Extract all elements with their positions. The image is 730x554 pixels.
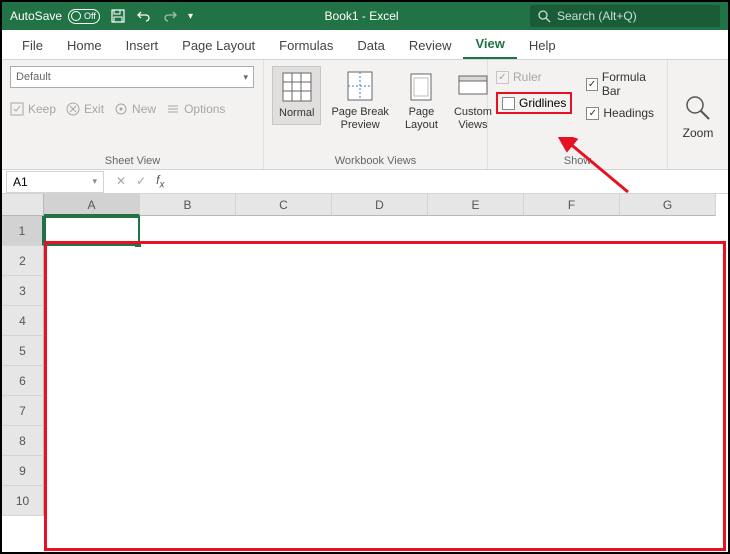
- new-icon: [114, 102, 128, 116]
- sheet-view-dropdown[interactable]: Default ▾: [10, 66, 254, 88]
- checkbox-icon: ✓: [496, 71, 509, 84]
- column-headers: ABCDEFG: [44, 194, 716, 216]
- tab-home[interactable]: Home: [55, 32, 114, 59]
- column-header-G[interactable]: G: [620, 194, 716, 216]
- group-show: ✓ Ruler Gridlines ✓ Formula Bar ✓ Headin…: [488, 60, 668, 169]
- cancel-icon: ✕: [116, 174, 126, 188]
- checkbox-icon[interactable]: [502, 97, 515, 110]
- group-label-sheet-view: Sheet View: [10, 151, 255, 167]
- enter-icon: ✓: [136, 174, 146, 188]
- formula-bar-checkbox[interactable]: ✓ Formula Bar: [586, 70, 659, 98]
- keep-icon: [10, 102, 24, 116]
- custom-views-icon: [457, 70, 489, 102]
- column-header-E[interactable]: E: [428, 194, 524, 216]
- group-zoom: Zoom: [668, 60, 728, 169]
- page-break-button[interactable]: Page Break Preview: [325, 66, 394, 136]
- save-icon[interactable]: [110, 8, 126, 24]
- normal-view-button[interactable]: Normal: [272, 66, 321, 125]
- new-button: New: [114, 102, 156, 116]
- group-workbook-views: Normal Page Break Preview Page Layout Cu…: [264, 60, 488, 169]
- row-header-7[interactable]: 7: [2, 396, 44, 426]
- column-header-F[interactable]: F: [524, 194, 620, 216]
- name-box[interactable]: A1 ▾: [6, 171, 104, 193]
- search-box[interactable]: Search (Alt+Q): [530, 5, 720, 27]
- options-button: Options: [166, 102, 225, 116]
- tab-review[interactable]: Review: [397, 32, 464, 59]
- tab-formulas[interactable]: Formulas: [267, 32, 345, 59]
- ribbon-tabs: File Home Insert Page Layout Formulas Da…: [2, 30, 728, 60]
- column-header-A[interactable]: A: [44, 194, 140, 216]
- row-header-10[interactable]: 10: [2, 486, 44, 516]
- column-header-B[interactable]: B: [140, 194, 236, 216]
- column-header-C[interactable]: C: [236, 194, 332, 216]
- zoom-button[interactable]: Zoom: [683, 94, 714, 140]
- fx-icon[interactable]: fx: [156, 173, 164, 190]
- normal-view-icon: [281, 71, 313, 103]
- title-bar: AutoSave Off ▾ Book1 - Excel Search (Alt…: [2, 2, 728, 30]
- group-label-show: Show: [496, 151, 659, 167]
- group-sheet-view: Default ▾ Keep Exit New Options: [2, 60, 264, 169]
- row-header-9[interactable]: 9: [2, 456, 44, 486]
- autosave-label: AutoSave: [10, 9, 62, 23]
- undo-icon[interactable]: [136, 8, 152, 24]
- page-break-icon: [344, 70, 376, 102]
- exit-icon: [66, 102, 80, 116]
- row-header-3[interactable]: 3: [2, 276, 44, 306]
- redo-icon[interactable]: [162, 8, 178, 24]
- page-layout-button[interactable]: Page Layout: [399, 66, 444, 136]
- row-header-8[interactable]: 8: [2, 426, 44, 456]
- ruler-checkbox: ✓ Ruler: [496, 70, 572, 84]
- tab-view[interactable]: View: [463, 30, 516, 59]
- checkbox-icon[interactable]: ✓: [586, 78, 598, 91]
- zoom-icon: [684, 94, 712, 122]
- tab-help[interactable]: Help: [517, 32, 568, 59]
- column-header-D[interactable]: D: [332, 194, 428, 216]
- keep-button: Keep: [10, 102, 56, 116]
- group-label-workbook-views: Workbook Views: [272, 151, 479, 167]
- autosave-switch[interactable]: Off: [68, 9, 100, 24]
- headings-checkbox[interactable]: ✓ Headings: [586, 106, 659, 120]
- tab-insert[interactable]: Insert: [114, 32, 171, 59]
- select-all-corner[interactable]: [2, 194, 44, 216]
- row-headers: 12345678910: [2, 216, 44, 516]
- search-placeholder: Search (Alt+Q): [557, 9, 637, 23]
- cells-area[interactable]: [44, 216, 716, 516]
- row-header-5[interactable]: 5: [2, 336, 44, 366]
- ribbon: Default ▾ Keep Exit New Options: [2, 60, 728, 170]
- active-cell[interactable]: [44, 216, 140, 246]
- row-header-1[interactable]: 1: [2, 216, 44, 246]
- exit-button: Exit: [66, 102, 104, 116]
- search-icon: [538, 10, 551, 23]
- row-header-2[interactable]: 2: [2, 246, 44, 276]
- gridlines-checkbox[interactable]: Gridlines: [496, 92, 572, 114]
- tab-file[interactable]: File: [10, 32, 55, 59]
- autosave-toggle[interactable]: AutoSave Off: [10, 9, 100, 24]
- row-header-4[interactable]: 4: [2, 306, 44, 336]
- row-header-6[interactable]: 6: [2, 366, 44, 396]
- document-title: Book1 - Excel: [193, 9, 530, 23]
- page-layout-icon: [405, 70, 437, 102]
- tab-data[interactable]: Data: [345, 32, 396, 59]
- spreadsheet-grid: ABCDEFG 12345678910: [2, 194, 728, 552]
- options-icon: [166, 102, 180, 116]
- checkbox-icon[interactable]: ✓: [586, 107, 599, 120]
- formula-bar: A1 ▾ ✕ ✓ fx: [2, 170, 728, 194]
- tab-page-layout[interactable]: Page Layout: [170, 32, 267, 59]
